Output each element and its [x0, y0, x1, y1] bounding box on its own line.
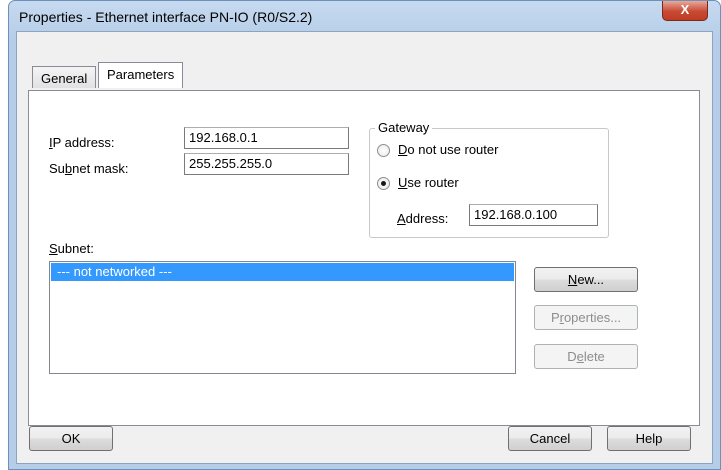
- subnet-mask-label: Subnet mask:: [49, 161, 129, 176]
- delete-subnet-button[interactable]: Delete: [534, 344, 638, 369]
- parameters-panel: IP address: 192.168.0.1 Subnet mask: 255…: [28, 90, 700, 426]
- window-title: Properties - Ethernet interface PN-IO (R…: [19, 9, 313, 25]
- dialog-client-area: General Parameters IP address: 192.168.0…: [16, 31, 713, 464]
- tab-parameters[interactable]: Parameters: [98, 62, 184, 88]
- title-bar[interactable]: Properties - Ethernet interface PN-IO (R…: [9, 1, 720, 31]
- ip-address-field[interactable]: 192.168.0.1: [184, 127, 349, 149]
- gateway-address-label: Address:: [397, 211, 449, 226]
- ip-address-label: IP address:: [49, 135, 115, 150]
- tab-parameters-label: Parameters: [107, 67, 175, 82]
- cancel-button[interactable]: Cancel: [508, 426, 592, 451]
- list-item[interactable]: --- not networked ---: [51, 263, 514, 281]
- do-not-use-router-label[interactable]: Do not use router: [398, 142, 498, 157]
- subnet-listbox[interactable]: --- not networked ---: [49, 261, 516, 374]
- new-subnet-button[interactable]: New...: [534, 267, 638, 292]
- close-button[interactable]: X: [662, 1, 708, 21]
- subnet-properties-button[interactable]: Properties...: [534, 305, 638, 330]
- subnet-mask-field[interactable]: 255.255.255.0: [184, 153, 349, 175]
- gateway-legend: Gateway: [375, 120, 433, 135]
- use-router-radio[interactable]: [377, 177, 390, 190]
- tab-general-label: General: [41, 71, 88, 86]
- help-button[interactable]: Help: [607, 426, 691, 451]
- do-not-use-router-radio[interactable]: [377, 144, 390, 157]
- use-router-label[interactable]: Use router: [398, 175, 459, 190]
- close-icon: X: [680, 2, 690, 17]
- subnet-label: Subnet:: [49, 241, 94, 256]
- properties-dialog: Properties - Ethernet interface PN-IO (R…: [8, 0, 721, 470]
- gateway-address-field[interactable]: 192.168.0.100: [469, 204, 598, 226]
- ok-button[interactable]: OK: [29, 426, 113, 451]
- tab-general[interactable]: General: [32, 66, 97, 88]
